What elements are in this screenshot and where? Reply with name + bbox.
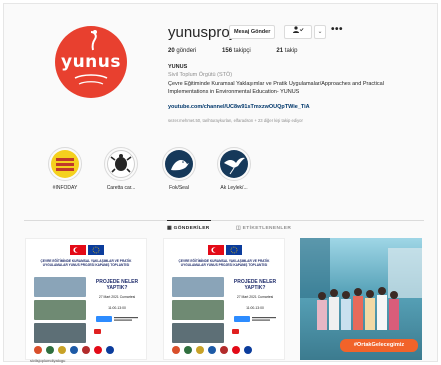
partner-logos <box>164 346 284 356</box>
partner-logo-icon <box>94 346 102 354</box>
tabs-divider <box>24 220 424 221</box>
post-tile-1[interactable]: ÇEVRE EĞİTİMİNDE KURAMSAL YAKLAŞIMLAR VE… <box>25 238 147 360</box>
grid-icon: ▦ <box>167 226 172 231</box>
profile-page: yunus yunusproje Mesaj Gönder ⌄ ••• 20 g… <box>3 3 438 363</box>
stork-icon <box>220 150 248 178</box>
active-tab-indicator <box>167 220 211 221</box>
suggested-chevron-button[interactable]: ⌄ <box>314 25 326 39</box>
partner-logo-icon <box>34 346 42 354</box>
poster-photo <box>172 323 224 343</box>
partner-logo-icon <box>106 346 114 354</box>
poster-photo <box>34 300 86 320</box>
following-button[interactable] <box>284 25 312 39</box>
youtube-icon <box>232 329 239 334</box>
poster-date: 27 Mart 2021 Cumartesi <box>98 295 136 299</box>
profile-link[interactable]: youtube.com/channel/UC8w91sTmxzwOUQpTWie… <box>168 104 310 110</box>
partner-logo-icon <box>232 346 240 354</box>
tag-icon: ◫ <box>236 226 241 231</box>
highlight-seal[interactable]: Fok/Seal <box>156 147 202 191</box>
tab-posts[interactable]: ▦ GÖNDERİLER <box>167 226 210 231</box>
followed-by-text[interactable]: sezer.mehmet.50, tarihturaykurlan, elfar… <box>168 118 303 123</box>
zoom-logo-icon <box>96 316 138 322</box>
poster-photo <box>34 277 86 297</box>
partner-logo-icon <box>46 346 54 354</box>
posts-stat[interactable]: 20 gönderi <box>168 48 208 54</box>
highlight-label: Fok/Seal <box>169 185 189 191</box>
highlight-label: #INFODAY <box>52 185 78 191</box>
following-stat[interactable]: 21 takip <box>276 48 309 54</box>
youtube-icon <box>94 329 101 334</box>
partner-logo-icon <box>196 346 204 354</box>
poster-photo <box>172 300 224 320</box>
more-options-icon[interactable]: ••• <box>331 24 343 35</box>
poster-time: 11:00-13:00 <box>108 306 126 310</box>
poster-title: ÇEVRE EĞİTİMİNDE KURAMSAL YAKLAŞIMLAR VE… <box>40 259 132 267</box>
hashtag-banner: #OrtakGelecegimiz <box>340 339 418 352</box>
flags-icon <box>70 245 104 255</box>
partner-logo-icon <box>208 346 216 354</box>
profile-stats: 20 gönderi 156 takipçi 21 takip <box>168 48 321 54</box>
infoday-icon <box>51 150 79 178</box>
poster-time: 11:00-13:00 <box>246 306 264 310</box>
zoom-logo-icon <box>234 316 276 322</box>
poster-date: 27 Mart 2021 Cumartesi <box>236 295 274 299</box>
highlight-label: Caretta car... <box>106 185 136 191</box>
seal-icon <box>165 150 193 178</box>
profile-bio: Çevre Eğitiminde Kuramsal Yaklaşımlar ve… <box>168 81 384 95</box>
post-tile-2[interactable]: ÇEVRE EĞİTİMİNDE KURAMSAL YAKLAŞIMLAR VE… <box>163 238 285 360</box>
partner-logo-icon <box>172 346 180 354</box>
profile-category: Sivil Toplum Örgütü (STÖ) <box>168 72 233 78</box>
partner-logo-icon <box>70 346 78 354</box>
poster-question: PROJEDE NELER YAPTIK? <box>95 279 139 291</box>
message-button[interactable]: Mesaj Gönder <box>229 25 276 39</box>
tab-tagged[interactable]: ◫ ETİKETLENENLER <box>236 226 291 231</box>
partner-logo-icon <box>220 346 228 354</box>
bottom-caption: sivilsjoplumdiyalogu <box>30 358 66 363</box>
highlight-label: Ak Leylek/... <box>220 185 248 191</box>
avatar-logo-text: yunus <box>60 52 121 72</box>
highlight-caretta[interactable]: Caretta car... <box>98 147 144 191</box>
partner-logo-icon <box>82 346 90 354</box>
profile-name: YUNUS <box>168 64 188 70</box>
post-tile-3[interactable]: #OrtakGelecegimiz <box>300 238 422 360</box>
partner-logo-icon <box>58 346 66 354</box>
poster-question: PROJEDE NELER YAPTIK? <box>233 279 277 291</box>
poster-photo <box>172 277 224 297</box>
partner-logos <box>26 346 146 356</box>
highlight-stork[interactable]: Ak Leylek/... <box>211 147 257 191</box>
poster-photo <box>34 323 86 343</box>
user-check-icon <box>293 26 304 33</box>
chevron-down-icon: ⌄ <box>317 29 323 35</box>
partner-logo-icon <box>184 346 192 354</box>
followers-stat[interactable]: 156 takipçi <box>222 48 263 54</box>
highlight-infoday[interactable]: #INFODAY <box>42 147 88 191</box>
flags-icon <box>208 245 242 255</box>
poster-title: ÇEVRE EĞİTİMİNDE KURAMSAL YAKLAŞIMLAR VE… <box>178 259 270 267</box>
profile-avatar[interactable]: yunus <box>55 26 127 98</box>
partner-logo-icon <box>244 346 252 354</box>
turtle-icon <box>107 150 135 178</box>
